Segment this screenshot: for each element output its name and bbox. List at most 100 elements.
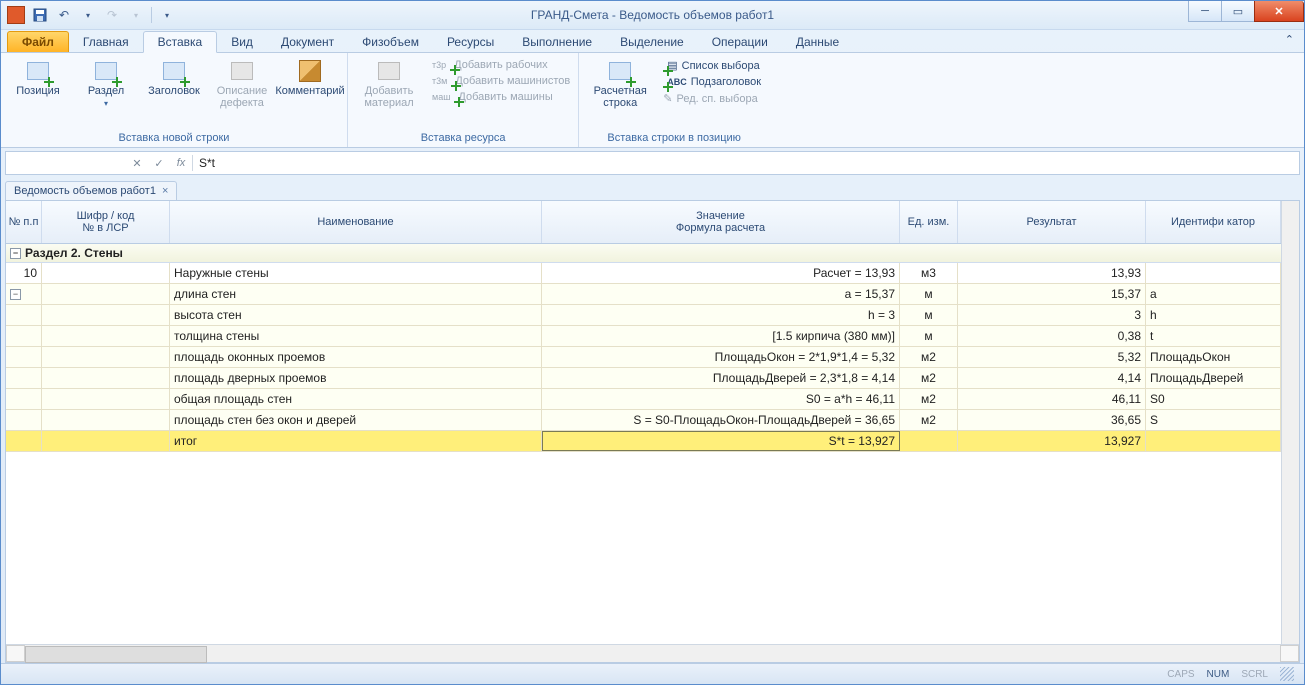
- cell[interactable]: [6, 326, 42, 346]
- cell[interactable]: [1146, 431, 1281, 451]
- formula-cancel-icon[interactable]: ✕: [126, 157, 148, 170]
- redo-dropdown-icon[interactable]: ▾: [127, 6, 145, 24]
- cell[interactable]: итог: [170, 431, 542, 451]
- table-row[interactable]: 10Наружные стеныРасчет = 13,93м313,93: [6, 263, 1281, 284]
- resize-grip[interactable]: [1280, 667, 1294, 681]
- table-row[interactable]: площадь стен без окон и дверейS = S0-Пло…: [6, 410, 1281, 431]
- header-code[interactable]: Шифр / код № в ЛСР: [42, 201, 170, 243]
- header-npp[interactable]: № п.п: [6, 201, 42, 243]
- tab-insert[interactable]: Вставка: [143, 31, 218, 53]
- collapse-icon[interactable]: −: [10, 248, 21, 259]
- cell[interactable]: [6, 347, 42, 367]
- cell[interactable]: площадь стен без окон и дверей: [170, 410, 542, 430]
- table-row[interactable]: высота стенh = 3м3h: [6, 305, 1281, 326]
- cell[interactable]: [6, 410, 42, 430]
- cell[interactable]: площадь оконных проемов: [170, 347, 542, 367]
- save-icon[interactable]: [31, 6, 49, 24]
- cell[interactable]: [42, 347, 170, 367]
- cell[interactable]: м: [900, 305, 958, 325]
- cell[interactable]: h: [1146, 305, 1281, 325]
- comment-button[interactable]: Комментарий: [277, 55, 343, 101]
- cell[interactable]: 5,32: [958, 347, 1146, 367]
- maximize-button[interactable]: ▭: [1221, 1, 1255, 22]
- grid-body[interactable]: − Раздел 2. Стены 10Наружные стеныРасчет…: [6, 244, 1281, 644]
- cell[interactable]: Наружные стены: [170, 263, 542, 283]
- formula-accept-icon[interactable]: ✓: [148, 157, 170, 170]
- cell[interactable]: 4,14: [958, 368, 1146, 388]
- cell[interactable]: ПлощадьДверей = 2,3*1,8 = 4,14: [542, 368, 900, 388]
- cell[interactable]: [900, 431, 958, 451]
- cell[interactable]: [6, 368, 42, 388]
- cell[interactable]: S0 = a*h = 46,11: [542, 389, 900, 409]
- cell[interactable]: [1.5 кирпича (380 мм)]: [542, 326, 900, 346]
- document-tab-close-icon[interactable]: ×: [162, 185, 168, 197]
- cell[interactable]: 15,37: [958, 284, 1146, 304]
- scroll-right-button[interactable]: [1280, 645, 1299, 662]
- horizontal-scrollbar[interactable]: [6, 644, 1299, 662]
- cell[interactable]: [42, 284, 170, 304]
- cell[interactable]: [42, 368, 170, 388]
- cell[interactable]: м2: [900, 347, 958, 367]
- document-tab[interactable]: Ведомость объемов работ1 ×: [5, 181, 177, 200]
- table-row[interactable]: толщина стены[1.5 кирпича (380 мм)]м0,38…: [6, 326, 1281, 347]
- tab-resources[interactable]: Ресурсы: [433, 32, 508, 52]
- cell[interactable]: t: [1146, 326, 1281, 346]
- tab-fizobyom[interactable]: Физобъем: [348, 32, 433, 52]
- table-row[interactable]: − длина стенa = 15,37м15,37a: [6, 284, 1281, 305]
- cell[interactable]: длина стен: [170, 284, 542, 304]
- cell[interactable]: S: [1146, 410, 1281, 430]
- tab-document[interactable]: Документ: [267, 32, 348, 52]
- cell[interactable]: 46,11: [958, 389, 1146, 409]
- cell[interactable]: [42, 326, 170, 346]
- cell[interactable]: 13,93: [958, 263, 1146, 283]
- cell[interactable]: S = S0-ПлощадьОкон-ПлощадьДверей = 36,65: [542, 410, 900, 430]
- cell[interactable]: [42, 389, 170, 409]
- formula-input[interactable]: S*t: [193, 156, 1299, 170]
- calc-row-button[interactable]: Расчетная строка: [583, 55, 657, 113]
- cell[interactable]: м: [900, 284, 958, 304]
- cell[interactable]: ПлощадьОкон = 2*1,9*1,4 = 5,32: [542, 347, 900, 367]
- header-name[interactable]: Наименование: [170, 201, 542, 243]
- cell[interactable]: a = 15,37: [542, 284, 900, 304]
- header-button[interactable]: Заголовок: [141, 55, 207, 101]
- qat-customize-icon[interactable]: ▾: [158, 6, 176, 24]
- cell[interactable]: м3: [900, 263, 958, 283]
- minimize-button[interactable]: ─: [1188, 1, 1222, 22]
- cell[interactable]: [42, 263, 170, 283]
- file-tab[interactable]: Файл: [7, 31, 69, 52]
- cell[interactable]: общая площадь стен: [170, 389, 542, 409]
- cell[interactable]: [42, 410, 170, 430]
- tab-data[interactable]: Данные: [782, 32, 853, 52]
- section-row[interactable]: − Раздел 2. Стены: [6, 244, 1281, 263]
- cell[interactable]: [6, 431, 42, 451]
- tab-main[interactable]: Главная: [69, 32, 143, 52]
- choice-list-button[interactable]: ▤ Список выбора: [659, 57, 765, 74]
- cell[interactable]: S*t = 13,927: [542, 431, 900, 451]
- tab-view[interactable]: Вид: [217, 32, 267, 52]
- cell[interactable]: 3: [958, 305, 1146, 325]
- collapse-icon[interactable]: −: [10, 289, 21, 300]
- header-unit[interactable]: Ед. изм.: [900, 201, 958, 243]
- table-row[interactable]: площадь оконных проемовПлощадьОкон = 2*1…: [6, 347, 1281, 368]
- formula-fx-icon[interactable]: fx: [170, 157, 192, 169]
- cell[interactable]: площадь дверных проемов: [170, 368, 542, 388]
- cell[interactable]: [42, 431, 170, 451]
- tab-execution[interactable]: Выполнение: [508, 32, 606, 52]
- cell[interactable]: толщина стены: [170, 326, 542, 346]
- undo-icon[interactable]: ↶: [55, 6, 73, 24]
- position-button[interactable]: Позиция: [5, 55, 71, 101]
- cell[interactable]: h = 3: [542, 305, 900, 325]
- subheader-button[interactable]: ABC Подзаголовок: [659, 74, 765, 90]
- cell[interactable]: ПлощадьДверей: [1146, 368, 1281, 388]
- cell[interactable]: 13,927: [958, 431, 1146, 451]
- section-button[interactable]: Раздел ▾: [73, 55, 139, 112]
- cell[interactable]: 10: [6, 263, 42, 283]
- cell[interactable]: м2: [900, 368, 958, 388]
- cell[interactable]: a: [1146, 284, 1281, 304]
- undo-dropdown-icon[interactable]: ▾: [79, 6, 97, 24]
- cell[interactable]: −: [6, 284, 42, 304]
- scroll-thumb[interactable]: [25, 646, 207, 663]
- table-row[interactable]: общая площадь стенS0 = a*h = 46,11м246,1…: [6, 389, 1281, 410]
- table-row[interactable]: площадь дверных проемовПлощадьДверей = 2…: [6, 368, 1281, 389]
- cell[interactable]: [6, 389, 42, 409]
